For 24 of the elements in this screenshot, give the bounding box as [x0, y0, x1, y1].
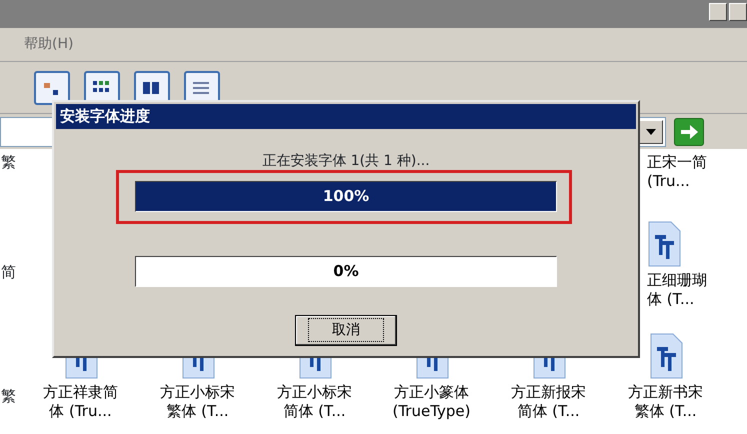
status-message: 正在安装字体 1(共 1 种)...	[262, 152, 430, 171]
file-name[interactable]: 方正小标宋 简体 (T...	[277, 383, 352, 421]
file-name[interactable]: 方正祥隶简 体 (Tru...	[43, 383, 118, 421]
dialog-title: 安装字体进度	[56, 104, 636, 129]
dropdown-button[interactable]	[639, 120, 663, 144]
file-name[interactable]: 方正小篆体 (TrueType)	[392, 383, 471, 421]
arrow-icon	[679, 122, 699, 140]
file-name[interactable]: 方正新书宋 繁体 (T...	[628, 383, 703, 421]
progress-label: 0%	[333, 261, 359, 282]
file-label: 繁	[1, 387, 17, 406]
file-name[interactable]: 方正小标宋 繁体 (T...	[160, 383, 235, 421]
file-name[interactable]: 正宋一简 (Tru...	[647, 153, 707, 191]
thumbnails-view-button[interactable]	[34, 70, 70, 104]
file-name[interactable]: 正细珊瑚 体 (T...	[647, 271, 707, 309]
file-label: 繁	[1, 153, 17, 172]
progress-label: 100%	[322, 186, 370, 208]
cancel-button[interactable]: 取消	[295, 315, 397, 346]
menu-item[interactable]: 帮助(H)	[24, 34, 74, 55]
caret-icon	[646, 128, 656, 134]
minimize-button[interactable]	[709, 3, 727, 21]
go-button[interactable]	[674, 118, 704, 146]
maximize-button[interactable]	[729, 3, 747, 21]
file-label: 简	[1, 263, 17, 282]
file-name[interactable]: 方正新报宋 简体 (T...	[511, 383, 586, 421]
